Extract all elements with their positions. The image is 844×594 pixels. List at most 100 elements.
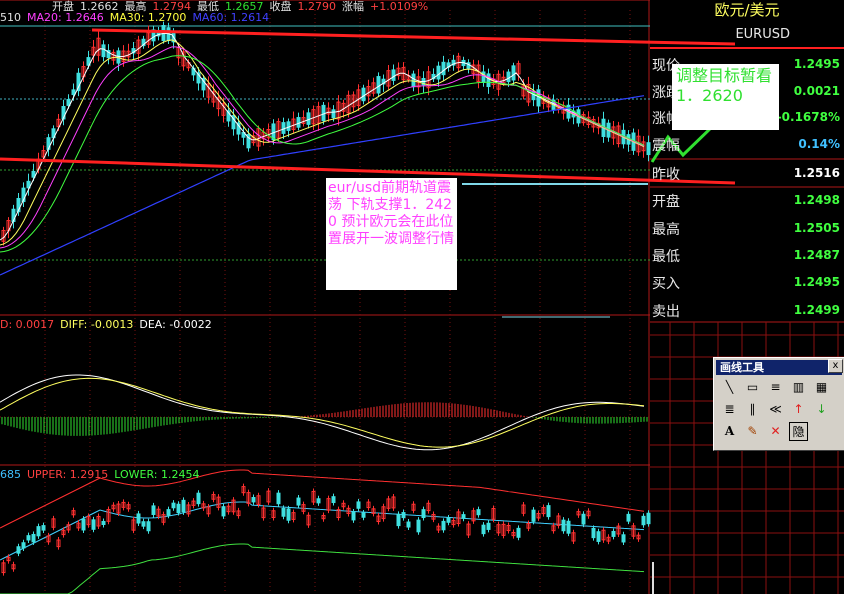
- candle-body: [101, 520, 106, 526]
- delete-icon[interactable]: ✕: [766, 422, 785, 441]
- candle-body: [296, 117, 301, 128]
- boll-label: UPPER: 1.2915: [27, 468, 109, 481]
- candle-body: [281, 122, 286, 134]
- text-icon[interactable]: A: [720, 422, 739, 441]
- candle-body: [271, 123, 276, 141]
- moving-averages: [0, 32, 645, 276]
- candle-body: [646, 512, 651, 525]
- parallel-lines-icon[interactable]: ≡: [766, 378, 785, 397]
- candle-body: [146, 521, 151, 532]
- candle-body: [401, 512, 406, 519]
- analysis-note: eur/usd前期轨道震荡 下轨支撑1．2420 预计欧元会在此位置展开一波调整…: [326, 178, 457, 290]
- candle-body: [26, 535, 31, 541]
- candle-body: [176, 503, 181, 514]
- hide-icon[interactable]: 隐: [789, 422, 808, 441]
- candle-body: [596, 531, 601, 542]
- candle-body: [486, 73, 491, 88]
- ma-label: MA60: 1.2614: [192, 11, 270, 24]
- candle-body: [356, 501, 361, 509]
- candle-body: [181, 499, 186, 513]
- quote-value: -0.1678%: [776, 110, 840, 124]
- candle-body: [31, 533, 36, 543]
- candle-body: [476, 509, 481, 516]
- candle-body: [81, 518, 86, 531]
- candle-body: [416, 519, 421, 533]
- candle-body: [21, 542, 26, 549]
- rectangle-icon[interactable]: ▭: [743, 378, 762, 397]
- candle-body: [41, 525, 46, 531]
- candle-body: [646, 142, 651, 156]
- candle-body: [406, 521, 411, 528]
- candle-body: [446, 517, 451, 523]
- candle-body: [441, 61, 446, 76]
- candle-body: [566, 520, 571, 534]
- diff-line: [0, 374, 645, 451]
- candle-body: [376, 76, 381, 94]
- target-note: 调整目标暂看1．2620: [672, 64, 779, 130]
- quote-label: 开盘: [652, 194, 680, 210]
- down-arrow-icon[interactable]: ↓: [812, 400, 831, 419]
- candle-body: [361, 87, 366, 102]
- bollinger-candles: [1, 483, 654, 594]
- candle-body: [321, 104, 326, 122]
- quote-label: 最低: [652, 249, 680, 265]
- gann-icon[interactable]: ▦: [812, 378, 831, 397]
- candle-body: [561, 519, 566, 532]
- cycle-lines-icon[interactable]: ∥: [743, 400, 762, 419]
- candle-body: [281, 507, 286, 517]
- ma-label: 510: [0, 11, 21, 24]
- ma-label: MA30: 1.2700: [109, 11, 187, 24]
- macd-lines: [0, 374, 645, 451]
- candle-body: [151, 505, 156, 515]
- up-arrow-icon[interactable]: ↑: [789, 400, 808, 419]
- quote-value: 1.2505: [793, 221, 840, 235]
- macd-legend: D: 0.0017 DIFF: -0.0013 DEA: -0.0022: [0, 318, 218, 331]
- quote-title: 欧元/美元: [714, 1, 780, 19]
- candle-body: [481, 524, 486, 535]
- header-value: +1.0109%: [370, 0, 429, 13]
- candle-body: [511, 65, 516, 81]
- candle-body: [611, 530, 616, 537]
- drawing-toolbar-title[interactable]: 画线工具: [716, 360, 842, 375]
- quote-label: 震幅: [652, 138, 680, 154]
- candle-body: [516, 527, 521, 538]
- quote-value: 1.2499: [793, 303, 840, 317]
- candle-body: [166, 509, 171, 516]
- candle-body: [221, 506, 226, 517]
- eraser-icon[interactable]: ✎: [743, 422, 762, 441]
- candle-body: [411, 73, 416, 88]
- close-icon[interactable]: x: [828, 359, 843, 373]
- candle-body: [276, 492, 281, 505]
- upper-channel-line: [91, 28, 736, 46]
- candle-body: [591, 527, 596, 539]
- candle-body: [286, 508, 291, 521]
- percentage-lines-icon[interactable]: ≣: [720, 400, 739, 419]
- ma-line: [0, 39, 645, 246]
- fan-lines-icon[interactable]: ≪: [766, 400, 785, 419]
- fibonacci-icon[interactable]: ▥: [789, 378, 808, 397]
- candle-body: [641, 515, 646, 526]
- line-icon[interactable]: ╲: [720, 378, 739, 397]
- candle-body: [171, 502, 176, 509]
- candle-body: [391, 69, 396, 81]
- candle-body: [536, 89, 541, 107]
- candle-body: [421, 509, 426, 519]
- macd-label: D: 0.0017: [0, 318, 55, 331]
- candle-body: [296, 497, 301, 506]
- candle-body: [286, 121, 291, 131]
- quote-label: 昨收: [652, 167, 680, 183]
- candle-body: [461, 514, 466, 519]
- candle-body: [581, 513, 586, 525]
- boll-legend: 685 UPPER: 1.2915 LOWER: 1.2454: [0, 468, 205, 481]
- ma-line: [0, 46, 645, 249]
- candle-body: [396, 513, 401, 527]
- candle-body: [621, 534, 626, 543]
- candle-body: [331, 109, 336, 119]
- drawing-toolbar[interactable]: 画线工具 x ╲ ▭ ≡ ▥ ▦ ≣ ∥ ≪ ↑ ↓ A ✎ ✕ 隐: [713, 357, 844, 451]
- quote-value: 1.2495: [793, 275, 840, 289]
- candle-body: [486, 522, 491, 530]
- quote-value: 1.2498: [793, 193, 840, 207]
- macd-histogram: [1, 402, 648, 436]
- candle-body: [351, 511, 356, 521]
- header-label: 涨幅: [342, 0, 364, 13]
